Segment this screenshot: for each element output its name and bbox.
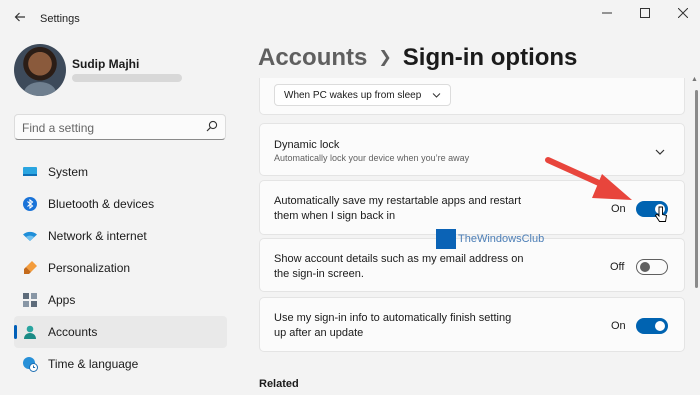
sidebar-item-label: System — [48, 165, 89, 179]
watermark: TheWindowsClub — [436, 229, 546, 251]
title-bar: Settings — [0, 0, 700, 32]
sidebar-item-accounts[interactable]: Accounts — [14, 316, 227, 348]
bluetooth-icon — [23, 197, 37, 211]
finish-setup-toggle[interactable] — [636, 318, 668, 334]
sidebar-nav: System Bluetooth & devices Network & int… — [14, 156, 228, 380]
scrollbar[interactable] — [695, 90, 698, 288]
toggle-knob — [640, 262, 650, 272]
maximize-icon — [640, 8, 650, 18]
page-title: Sign-in options — [402, 44, 578, 71]
sidebar-item-network[interactable]: Network & internet — [14, 220, 227, 252]
globe-clock-icon — [23, 357, 38, 372]
finish-setup-title-line1: Use my sign-in info to automatically fin… — [274, 312, 512, 324]
watermark-logo-icon — [436, 229, 456, 249]
close-button[interactable] — [668, 4, 698, 24]
sidebar-item-label: Network & internet — [48, 229, 147, 243]
minimize-icon — [602, 12, 612, 14]
dynamic-lock-description: Automatically lock your device when you’… — [274, 153, 470, 163]
watermark-text: TheWindowsClub — [458, 233, 545, 245]
wake-dropdown-value: When PC wakes up from sleep — [284, 90, 422, 101]
sidebar-item-label: Apps — [48, 293, 76, 307]
chevron-down-icon — [432, 93, 441, 98]
account-details-title-line1: Show account details such as my email ad… — [274, 253, 524, 265]
sidebar-item-label: Personalization — [48, 261, 131, 275]
chevron-down-icon[interactable] — [654, 146, 666, 158]
toggle-knob — [655, 321, 665, 331]
wifi-icon — [23, 231, 37, 241]
sidebar-item-time-language[interactable]: Time & language — [14, 348, 227, 380]
wake-setting-card: When PC wakes up from sleep — [259, 78, 685, 115]
sidebar-item-system[interactable]: System — [14, 156, 227, 188]
chevron-right-icon: ❯ — [378, 49, 392, 66]
finish-setup-card: Use my sign-in info to automatically fin… — [259, 297, 685, 352]
brush-icon — [24, 261, 37, 274]
annotation-arrow-icon — [545, 157, 632, 200]
wake-dropdown[interactable]: When PC wakes up from sleep — [274, 84, 451, 106]
search-box[interactable] — [14, 114, 226, 140]
account-details-title-line2: the sign-in screen. — [274, 268, 364, 280]
maximize-button[interactable] — [630, 4, 660, 24]
sidebar-item-bluetooth[interactable]: Bluetooth & devices — [14, 188, 227, 220]
user-email-blurred — [72, 74, 182, 82]
apps-icon — [23, 293, 37, 307]
sidebar-item-label: Time & language — [48, 357, 139, 371]
avatar — [14, 44, 66, 96]
finish-setup-title-line2: up after an update — [274, 327, 364, 339]
restart-apps-title-line2: them when I sign back in — [274, 210, 396, 222]
mouse-pointer-icon — [654, 206, 668, 222]
system-icon — [23, 167, 37, 176]
search-icon[interactable] — [206, 120, 218, 132]
scroll-up-icon[interactable]: ▲ — [691, 76, 698, 83]
breadcrumb-parent[interactable]: Accounts — [258, 44, 367, 71]
account-details-state: Off — [610, 261, 625, 273]
restart-apps-title-line1: Automatically save my restartable apps a… — [274, 195, 522, 207]
sidebar-item-label: Bluetooth & devices — [48, 197, 155, 211]
sidebar-item-personalization[interactable]: Personalization — [14, 252, 227, 284]
back-arrow-icon — [14, 12, 25, 22]
account-details-toggle[interactable] — [636, 259, 668, 275]
person-icon — [24, 325, 36, 339]
breadcrumb: Accounts ❯ Sign-in options — [258, 44, 577, 72]
back-button[interactable] — [10, 7, 30, 27]
dynamic-lock-title: Dynamic lock — [274, 139, 340, 151]
related-heading: Related — [259, 378, 299, 390]
search-input[interactable] — [22, 120, 202, 135]
sidebar-item-apps[interactable]: Apps — [14, 284, 227, 316]
window-title: Settings — [40, 13, 80, 25]
user-name: Sudip Majhi — [72, 57, 140, 71]
sidebar-item-label: Accounts — [48, 325, 98, 339]
close-icon — [677, 7, 689, 19]
minimize-button[interactable] — [592, 4, 622, 24]
finish-setup-state: On — [611, 320, 626, 332]
